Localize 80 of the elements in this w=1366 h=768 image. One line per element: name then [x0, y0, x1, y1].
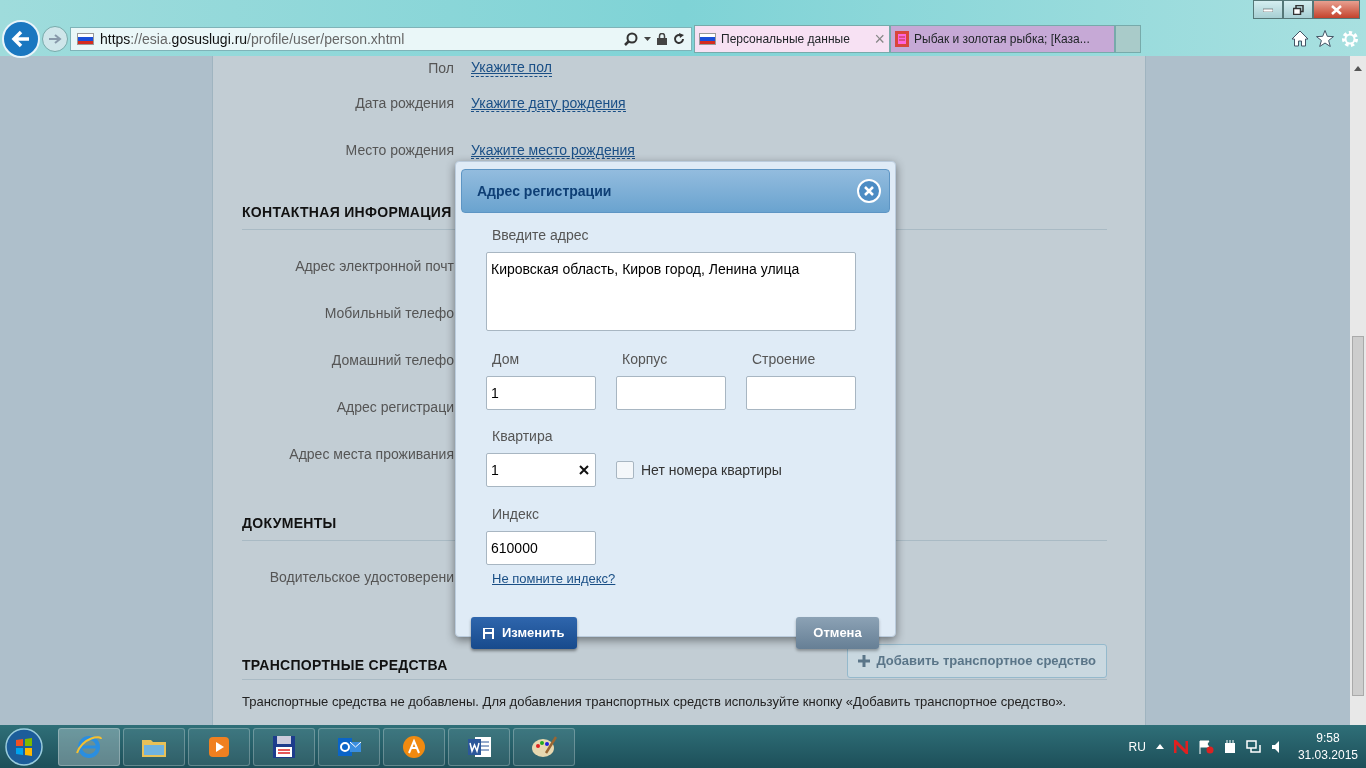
close-button[interactable]: [1313, 0, 1360, 19]
field-label: Мобильный телефо: [323, 304, 454, 323]
start-button[interactable]: [4, 726, 44, 767]
field-label: Пол: [427, 58, 454, 78]
russian-flag-icon: [699, 33, 716, 45]
field-label: Дом: [492, 350, 521, 369]
russian-flag-icon: [77, 33, 94, 45]
text-field[interactable]: [746, 376, 856, 410]
text-field[interactable]: 1: [486, 376, 596, 410]
field-link[interactable]: Укажите дату рождения: [471, 94, 626, 113]
back-button[interactable]: [2, 20, 40, 58]
document-icon: [895, 31, 909, 47]
language-indicator[interactable]: RU: [1128, 737, 1146, 756]
address-field[interactable]: Кировская область, Киров город, Ленина улица: [486, 252, 856, 331]
scroll-up-icon[interactable]: [1354, 66, 1362, 71]
browser-tab[interactable]: Рыбак и золотая рыбка; [Каза...: [890, 25, 1115, 53]
volume-icon[interactable]: [1271, 740, 1282, 753]
floppy-icon: [483, 627, 494, 639]
url-text: https://esia.gosuslugi.ru/profile/user/person.xhtml: [100, 29, 405, 49]
close-icon: [1331, 4, 1342, 15]
minimize-button[interactable]: [1253, 0, 1283, 19]
restore-button[interactable]: [1283, 0, 1313, 19]
scrollbar-thumb[interactable]: [1352, 336, 1364, 696]
taskbar-app-button[interactable]: [383, 727, 445, 766]
field-label: Индекс: [492, 505, 541, 524]
close-icon: [864, 186, 874, 196]
index-field[interactable]: 610000: [486, 531, 596, 565]
flag-warning-icon[interactable]: [1197, 739, 1214, 754]
refresh-icon[interactable]: [673, 33, 685, 45]
section-heading: КОНТАКТНАЯ ИНФОРМАЦИЯ: [242, 203, 452, 222]
field-label: Корпус: [622, 350, 669, 369]
tab-title: Рыбак и золотая рыбка; [Каза...: [914, 31, 1090, 48]
field-label: Место рождения: [344, 141, 454, 160]
field-label: Адрес электронной почт: [294, 257, 454, 276]
forward-arrow-icon: [48, 33, 62, 45]
search-icon[interactable]: [624, 32, 638, 46]
dialog-title: Адрес регистрации: [477, 181, 612, 201]
tab-title: Персональные данные: [721, 31, 850, 48]
restore-icon: [1292, 4, 1304, 15]
field-label: Домашний телефо: [330, 351, 454, 370]
field-label: Дата рождения: [354, 94, 454, 113]
browser-tab[interactable]: Персональные данные ×: [694, 25, 890, 53]
checkbox-label: Нет номера квартиры: [641, 460, 782, 480]
field-label: Квартира: [492, 427, 554, 446]
field-label: Адрес регистраци: [335, 398, 454, 417]
network-icon[interactable]: [1245, 739, 1262, 754]
plus-icon: [858, 654, 871, 667]
star-icon[interactable]: [1316, 30, 1334, 47]
field-label: Строение: [752, 350, 817, 369]
field-label: Адрес места проживания: [288, 445, 454, 464]
flat-field[interactable]: 1: [486, 453, 596, 487]
field-link[interactable]: Укажите место рождения: [471, 141, 635, 160]
checkbox[interactable]: [616, 461, 634, 479]
section-heading: ДОКУМЕНТЫ: [242, 514, 337, 533]
device-icon[interactable]: [1223, 739, 1236, 754]
clock-date[interactable]: 31.03.2015: [1297, 746, 1358, 763]
clock-time[interactable]: 9:58: [1297, 730, 1358, 747]
show-hidden-icons-icon[interactable]: [1155, 744, 1164, 749]
dropdown-caret-icon[interactable]: [644, 37, 651, 41]
field-link[interactable]: Укажите пол: [471, 59, 552, 77]
lock-icon: [657, 33, 667, 45]
back-arrow-icon: [11, 30, 31, 48]
taskbar-app-button[interactable]: [513, 727, 575, 766]
scrollbar[interactable]: [1350, 56, 1366, 725]
taskbar-app-button[interactable]: [123, 727, 185, 766]
field-label: Водительское удостоверени: [268, 568, 454, 587]
section-heading: ТРАНСПОРТНЫЕ СРЕДСТВА: [242, 655, 448, 675]
info-text: Транспортные средства не добавлены. Для добавления транспортных средств используйте кнопку «Добавить транспортное средство».: [242, 692, 1068, 711]
taskbar-app-button[interactable]: [448, 727, 510, 766]
home-icon[interactable]: [1291, 30, 1309, 47]
address-bar[interactable]: https://esia.gosuslugi.ru/profile/user/person.xhtml: [70, 27, 692, 51]
taskbar-app-button[interactable]: [318, 727, 380, 766]
text-field[interactable]: [616, 376, 726, 410]
clear-icon: [579, 465, 589, 475]
help-link[interactable]: Не помните индекс?: [492, 571, 616, 586]
minimize-icon: [1263, 7, 1273, 12]
save-button[interactable]: Изменить: [471, 617, 577, 649]
field-label: Введите адрес: [492, 226, 590, 245]
taskbar-app-button[interactable]: [253, 727, 315, 766]
flat-input[interactable]: 1: [487, 459, 567, 481]
